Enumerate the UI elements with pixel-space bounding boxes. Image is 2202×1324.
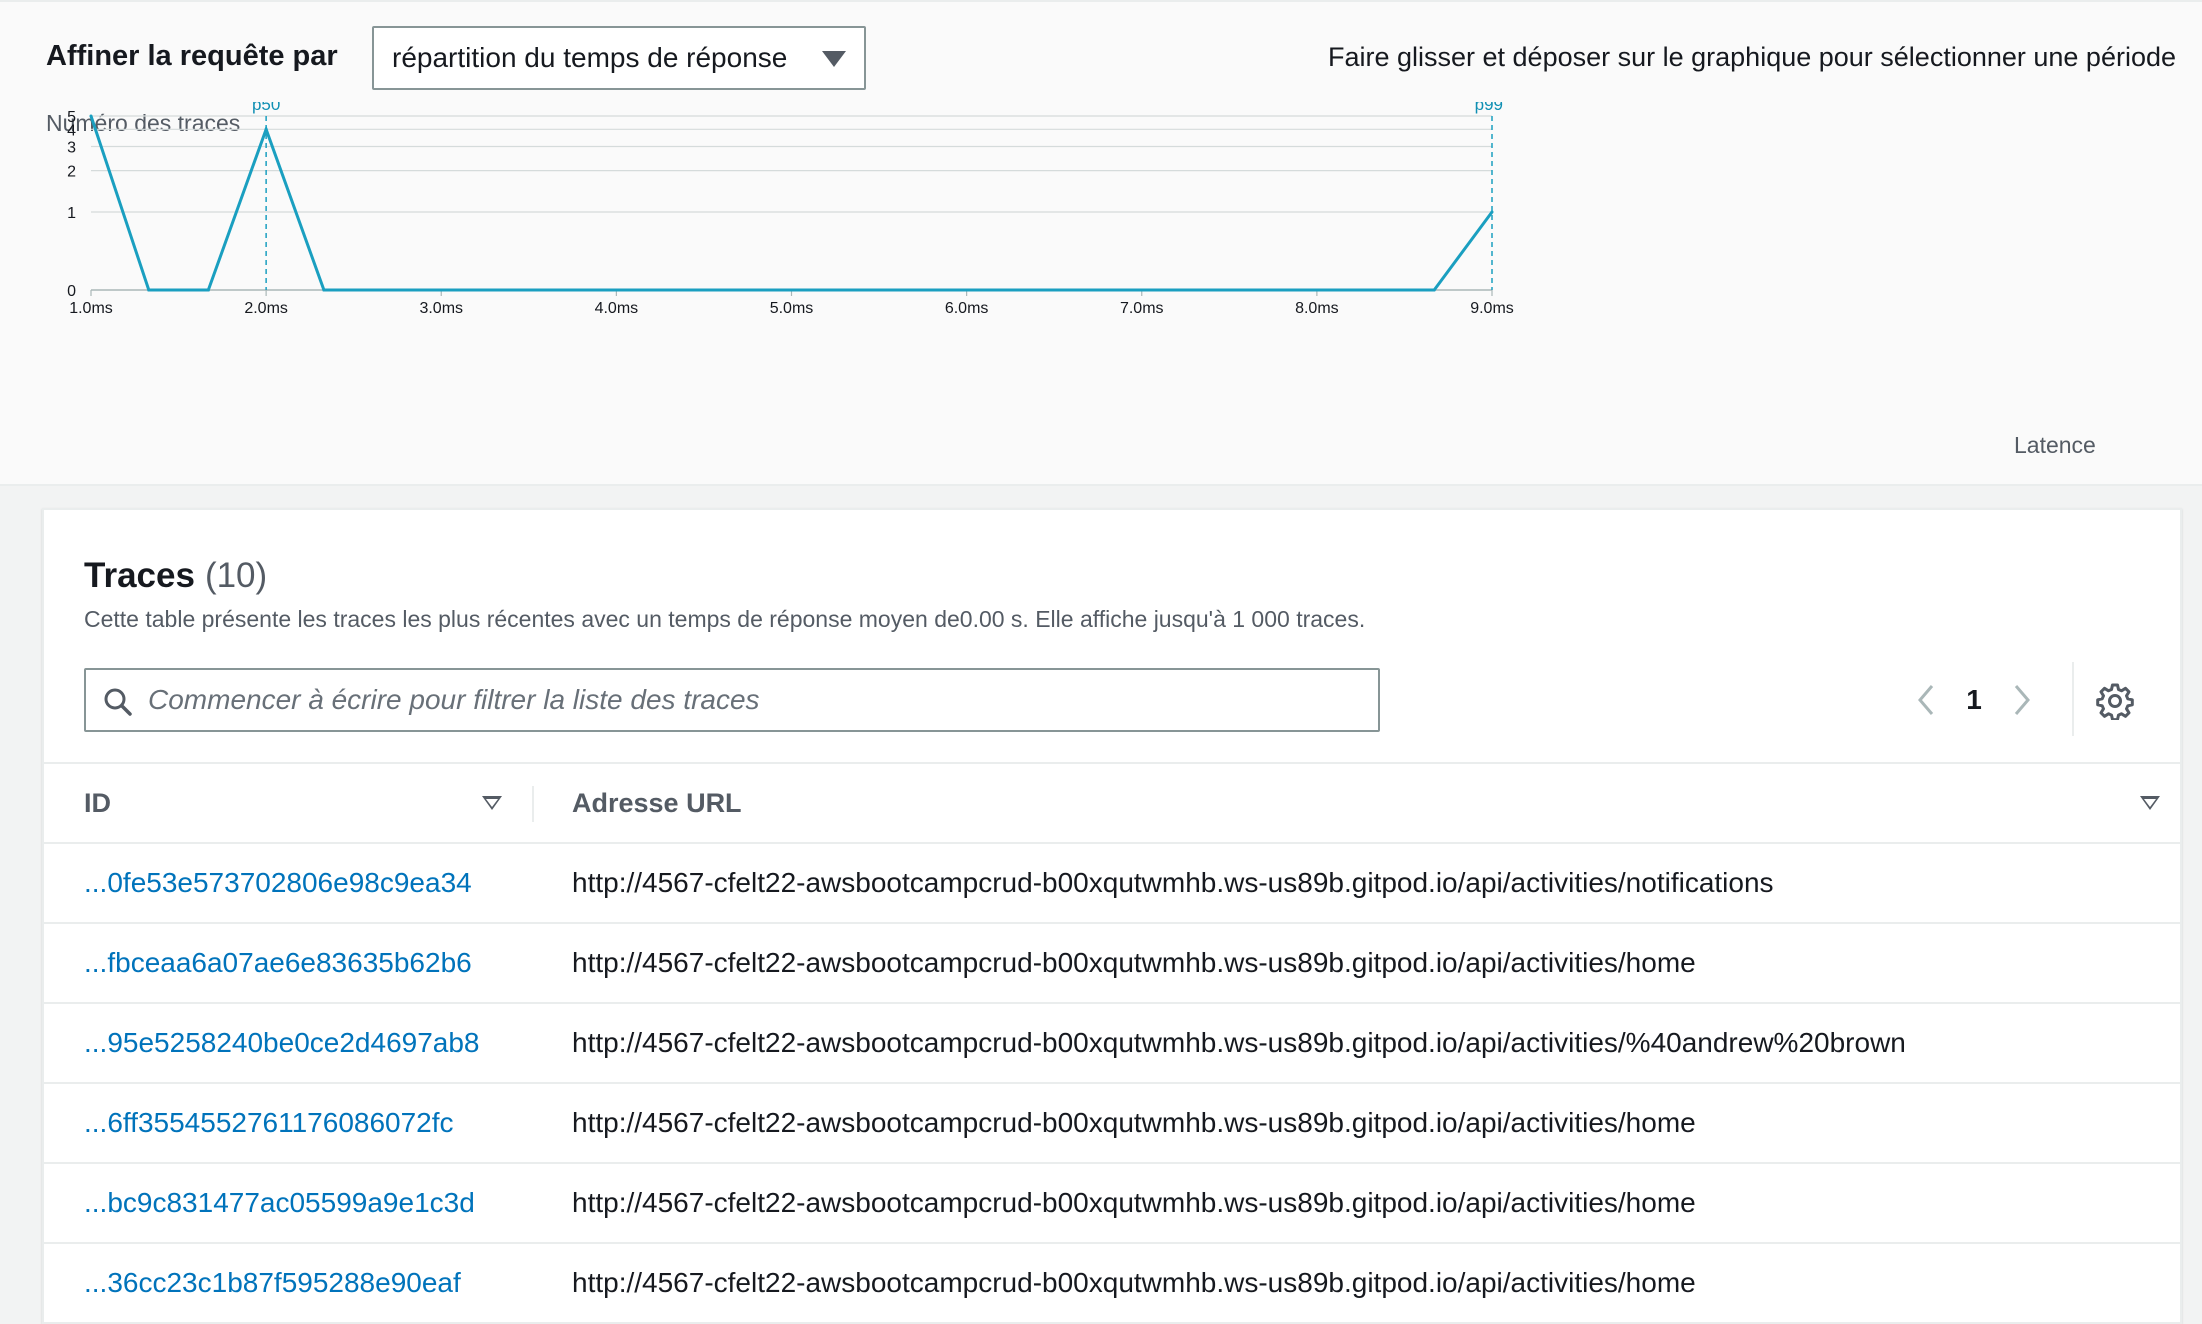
- pagination: 1: [1906, 676, 2042, 724]
- trace-id-cell: ...fbceaa6a07ae6e83635b62b6: [44, 923, 534, 1004]
- refine-label: Affiner la requête par: [46, 40, 338, 72]
- data-point: [1490, 210, 1494, 214]
- table-row[interactable]: ...95e5258240be0ce2d4697ab8 http://4567-c…: [44, 1003, 2180, 1084]
- refine-panel: Affiner la requête par répartition du te…: [0, 0, 2202, 486]
- refine-select[interactable]: répartition du temps de réponse: [372, 26, 866, 90]
- traces-title: Traces (10): [84, 556, 267, 596]
- y-tick-label: 5: [67, 109, 76, 126]
- y-tick-label: 3: [67, 139, 76, 156]
- search-input[interactable]: [148, 680, 1358, 720]
- percentile-marker-label: p99: [1475, 102, 1503, 114]
- x-tick-label: 5.0ms: [770, 300, 814, 317]
- table-row[interactable]: ...0fe53e573702806e98c9ea34 http://4567-c…: [44, 843, 2180, 924]
- trace-id-cell: ...0fe53e573702806e98c9ea34: [44, 843, 534, 924]
- data-point: [147, 288, 151, 292]
- traces-table: ID Adresse URL ...0fe53e573702806e98c9ea…: [44, 762, 2180, 1324]
- current-page[interactable]: 1: [1946, 684, 2002, 716]
- x-tick-label: 2.0ms: [244, 300, 288, 317]
- x-tick-label: 8.0ms: [1295, 300, 1339, 317]
- traces-count: (10): [204, 556, 268, 595]
- traces-description: Cette table présente les traces les plus…: [84, 606, 1366, 632]
- x-tick-label: 1.0ms: [69, 300, 113, 317]
- next-page-button[interactable]: [2002, 676, 2042, 724]
- trace-url-cell: http://4567-cfelt22-awsbootcampcrud-b00x…: [534, 1243, 2180, 1324]
- trace-id-link[interactable]: ...36cc23c1b87f595288e90eaf: [84, 1267, 461, 1298]
- latency-chart[interactable]: Numéro des traces Latence 0 1 2 3 4 5 1.0ms 2.0…: [0, 102, 2202, 482]
- table-row[interactable]: ...6ff3554552761176086072fc http://4567-c…: [44, 1083, 2180, 1164]
- trace-url-cell: http://4567-cfelt22-awsbootcampcrud-b00x…: [534, 843, 2180, 924]
- search-icon: [104, 688, 132, 716]
- trace-id-link[interactable]: ...bc9c831477ac05599a9e1c3d: [84, 1187, 475, 1218]
- refine-select-value: répartition du temps de réponse: [392, 42, 788, 73]
- column-header-id[interactable]: ID: [44, 762, 534, 844]
- drag-hint: Faire glisser et déposer sur le graphiqu…: [1327, 42, 2176, 72]
- chart-svg[interactable]: 0123451.0ms 2.0ms 3.0ms 4.0ms 5.0ms 6.0ms 7.0m…: [0, 102, 2202, 482]
- data-point: [89, 114, 93, 118]
- series-line: [89, 115, 1494, 292]
- table-header-row: ID Adresse URL: [44, 762, 2180, 844]
- x-tick-label: 3.0ms: [419, 300, 463, 317]
- trace-url-cell: http://4567-cfelt22-awsbootcampcrud-b00x…: [534, 923, 2180, 1004]
- trace-id-link[interactable]: ...6ff3554552761176086072fc: [84, 1107, 454, 1138]
- data-point: [1432, 288, 1436, 292]
- x-tick-label: 6.0ms: [945, 300, 989, 317]
- data-point: [322, 288, 326, 292]
- table-row[interactable]: ...fbceaa6a07ae6e83635b62b6 http://4567-c…: [44, 923, 2180, 1004]
- data-point: [264, 127, 268, 131]
- trace-id-cell: ...bc9c831477ac05599a9e1c3d: [44, 1163, 534, 1244]
- x-tick-label: 7.0ms: [1120, 300, 1164, 317]
- trace-id-cell: ...95e5258240be0ce2d4697ab8: [44, 1003, 534, 1084]
- previous-page-button[interactable]: [1906, 676, 1946, 724]
- x-tick-label: 4.0ms: [595, 300, 639, 317]
- chevron-left-icon: [1918, 685, 1934, 715]
- column-header-url-label: Adresse URL: [572, 787, 742, 818]
- chevron-right-icon: [2014, 685, 2030, 715]
- trace-url-cell: http://4567-cfelt22-awsbootcampcrud-b00x…: [534, 1163, 2180, 1244]
- y-tick-label: 0: [67, 283, 76, 300]
- trace-id-cell: ...36cc23c1b87f595288e90eaf: [44, 1243, 534, 1324]
- column-header-id-label: ID: [84, 787, 111, 818]
- y-tick-label: 2: [67, 164, 76, 181]
- percentile-marker-label: p50: [252, 102, 280, 114]
- y-tick-label: 1: [67, 205, 76, 222]
- caret-down-icon: [822, 51, 846, 67]
- trace-url-cell: http://4567-cfelt22-awsbootcampcrud-b00x…: [534, 1003, 2180, 1084]
- x-tick-label: 9.0ms: [1470, 300, 1514, 317]
- trace-url-cell: http://4567-cfelt22-awsbootcampcrud-b00x…: [534, 1083, 2180, 1164]
- trace-id-link[interactable]: ...0fe53e573702806e98c9ea34: [84, 867, 472, 898]
- filter-triangle-icon[interactable]: [2140, 796, 2160, 810]
- filter-triangle-icon[interactable]: [482, 796, 502, 810]
- pager-divider: [2072, 662, 2074, 736]
- table-row[interactable]: ...bc9c831477ac05599a9e1c3d http://4567-c…: [44, 1163, 2180, 1244]
- table-row[interactable]: ...36cc23c1b87f595288e90eaf http://4567-c…: [44, 1243, 2180, 1324]
- search-field[interactable]: [84, 668, 1380, 732]
- trace-id-link[interactable]: ...95e5258240be0ce2d4697ab8: [84, 1027, 480, 1058]
- traces-title-text: Traces: [84, 556, 195, 595]
- gear-icon[interactable]: [2096, 682, 2134, 720]
- traces-panel: Traces (10) Cette table présente les trac…: [42, 508, 2182, 1324]
- data-point: [206, 288, 210, 292]
- trace-id-cell: ...6ff3554552761176086072fc: [44, 1083, 534, 1164]
- column-header-url[interactable]: Adresse URL: [534, 762, 2180, 844]
- trace-id-link[interactable]: ...fbceaa6a07ae6e83635b62b6: [84, 947, 472, 978]
